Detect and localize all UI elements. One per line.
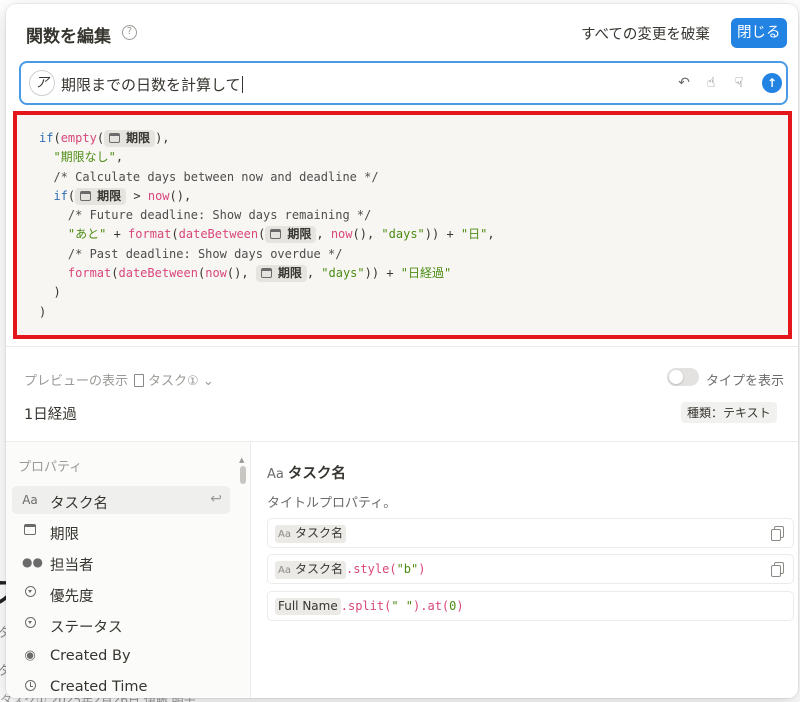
code-string: "期限なし": [53, 150, 116, 165]
ai-face-icon: ア: [29, 70, 55, 96]
code-string: "days": [321, 266, 365, 281]
calendar-icon: [270, 229, 282, 240]
property-label: 優先度: [50, 589, 94, 605]
formula-code[interactable]: if(empty(期限), "期限なし", /* Calculate days …: [39, 129, 495, 322]
code-string: "あと": [67, 227, 107, 242]
text-icon: Aa: [22, 493, 38, 507]
code-function: dateBetween: [118, 266, 198, 281]
code-function: now: [205, 266, 227, 281]
preview-page[interactable]: タスク①: [148, 374, 199, 389]
thumbs-down-icon[interactable]: ☟: [730, 74, 748, 92]
preview-selector[interactable]: プレビューの表示 タスク① ⌄: [24, 370, 214, 389]
property-label: Created Time: [50, 679, 148, 695]
code-function: format: [128, 227, 172, 242]
code-function: format: [67, 266, 112, 281]
property-item-deadline[interactable]: 期限: [12, 517, 230, 545]
scroll-up-icon[interactable]: ▲: [239, 456, 244, 464]
edit-formula-dialog: 関数を編集 ? すべての変更を破棄 閉じる ア 期限までの日数を計算して ↶ ☝…: [6, 4, 798, 698]
property-item-created-by[interactable]: ◉ Created By: [12, 642, 230, 670]
calendar-icon: [80, 190, 92, 201]
code-function: dateBetween: [178, 227, 259, 242]
property-chip: Full Name: [275, 598, 341, 615]
property-item-created-time[interactable]: Created Time: [12, 673, 230, 698]
properties-title: プロパティ: [18, 460, 83, 475]
property-item-task-name[interactable]: Aa タスク名 ↩: [12, 486, 230, 514]
property-label: Created By: [50, 648, 131, 664]
property-label: 担当者: [50, 558, 94, 574]
detail-description: タイトルプロパティ。: [267, 496, 397, 511]
select-icon: [22, 586, 38, 600]
property-item-assignee[interactable]: ●● 担当者: [12, 548, 230, 576]
code-string: "日経過": [400, 266, 452, 281]
scrollbar[interactable]: ▲ ▼: [239, 456, 247, 698]
people-icon: ●●: [22, 555, 43, 569]
property-label: タスク名: [50, 496, 108, 512]
thumbs-up-icon[interactable]: ☝: [702, 74, 720, 92]
code-function: empty: [60, 131, 97, 145]
example-snippet[interactable]: Aa タスク名: [267, 518, 794, 548]
calendar-icon: [109, 133, 121, 143]
question-circle-icon[interactable]: ?: [122, 25, 137, 40]
property-label: 期限: [50, 527, 79, 543]
ai-prompt-input[interactable]: 期限までの日数を計算して: [61, 74, 243, 95]
property-chip-deadline[interactable]: 期限: [104, 130, 156, 147]
show-type-label: タイプを表示: [706, 374, 785, 389]
example-snippet[interactable]: Full Name .split(" ").at(0): [267, 591, 794, 621]
copy-icon[interactable]: [771, 526, 784, 541]
property-chip-deadline[interactable]: 期限: [75, 187, 127, 205]
show-type-toggle[interactable]: [667, 368, 699, 386]
property-item-priority[interactable]: 優先度: [12, 579, 230, 607]
scroll-thumb[interactable]: [240, 466, 246, 484]
code-keyword: if: [39, 131, 54, 145]
property-chip: Aa タスク名: [275, 561, 346, 579]
code-comment: /* Future deadline: Show days remaining …: [67, 208, 372, 223]
preview-result: 1日経過: [24, 407, 77, 423]
divider: [6, 346, 798, 347]
page-icon: [134, 374, 145, 387]
send-icon[interactable]: ↑: [762, 73, 782, 93]
chevron-down-icon[interactable]: ⌄: [203, 374, 214, 389]
code-function: now: [330, 227, 353, 242]
property-chip: Aa タスク名: [275, 525, 346, 543]
undo-icon[interactable]: ↶: [675, 74, 693, 92]
calendar-icon: [260, 268, 272, 279]
code-string: "days": [381, 227, 425, 242]
dialog-header: 関数を編集 ? すべての変更を破棄 閉じる: [6, 4, 798, 60]
code-keyword: if: [53, 188, 68, 203]
calendar-icon: [22, 524, 38, 538]
enter-icon: ↩: [210, 491, 222, 507]
person-icon: ◉: [24, 648, 36, 663]
property-label: ステータス: [50, 620, 123, 636]
formula-editor[interactable]: if(empty(期限), "期限なし", /* Calculate days …: [13, 111, 792, 339]
close-button[interactable]: 閉じる: [731, 18, 787, 48]
detail-title: Aa タスク名: [267, 466, 346, 482]
copy-icon[interactable]: [771, 562, 784, 577]
properties-panel: プロパティ ▲ ▼ Aa タスク名 ↩ 期限 ●● 担当者 優先度 ステータス: [6, 442, 251, 698]
property-item-status[interactable]: ステータス: [12, 610, 230, 638]
discard-changes-button[interactable]: すべての変更を破棄: [581, 23, 710, 44]
code-comment: /* Past deadline: Show days overdue */: [67, 246, 343, 261]
property-chip-deadline[interactable]: 期限: [255, 265, 307, 283]
ai-prompt-bar[interactable]: ア 期限までの日数を計算して ↶ ☝ ☟ ↑: [19, 61, 788, 105]
code-comment: /* Calculate days between now and deadli…: [53, 169, 379, 184]
clock-icon: [22, 680, 38, 694]
property-detail-panel: Aa タスク名 タイトルプロパティ。 Aa タスク名 Aa タスク名 .style("b…: [252, 442, 798, 698]
code-string: "日": [460, 227, 488, 242]
example-snippet[interactable]: Aa タスク名 .style("b"): [267, 554, 794, 584]
text-icon: Aa: [267, 467, 284, 482]
type-badge: 種類：テキスト: [681, 402, 777, 423]
dialog-title: 関数を編集: [26, 27, 111, 47]
preview-label: プレビューの表示: [24, 374, 129, 389]
property-chip-deadline[interactable]: 期限: [265, 226, 317, 244]
status-icon: [22, 617, 38, 631]
code-function: now: [147, 188, 170, 203]
